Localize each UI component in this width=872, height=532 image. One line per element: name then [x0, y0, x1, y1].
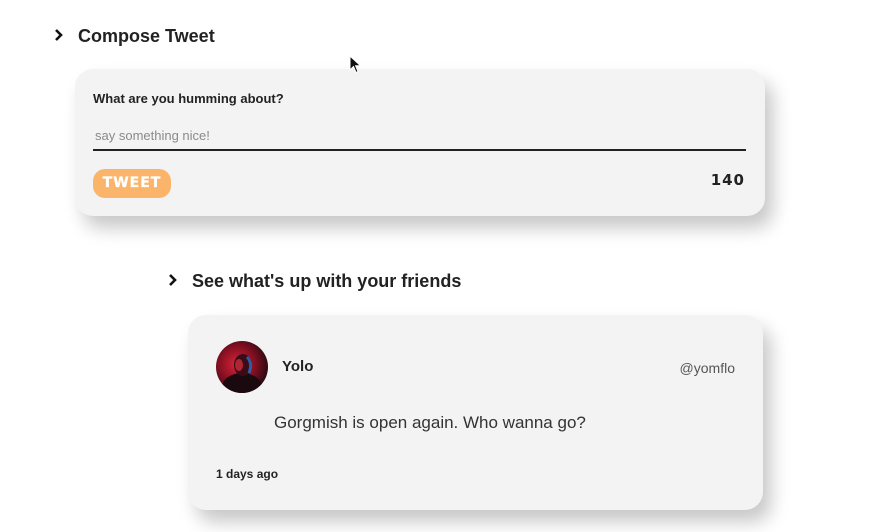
compose-section-title: Compose Tweet [78, 26, 215, 46]
tweet-author-handle: @yomflo [679, 360, 735, 376]
chevron-right-icon [54, 28, 72, 46]
compose-input[interactable] [93, 121, 746, 151]
tweet-text: Gorgmish is open again. Who wanna go? [274, 413, 586, 432]
character-counter: 140 [710, 171, 745, 189]
feed-section-title: See what's up with your friends [192, 271, 462, 291]
mouse-cursor-icon [349, 54, 363, 80]
compose-card: What are you humming about? TWEET 140 [75, 69, 765, 216]
compose-label: What are you humming about? [93, 91, 284, 106]
tweet-author-name: Yolo [282, 358, 314, 375]
tweet-card: Yolo @yomflo Gorgmish is open again. Who… [188, 315, 763, 510]
tweet-timestamp: 1 days ago [216, 467, 279, 481]
feed-section-toggle[interactable]: See what's up with your friends [168, 271, 461, 292]
avatar[interactable] [216, 341, 268, 393]
chevron-right-icon [168, 273, 186, 291]
compose-section-toggle[interactable]: Compose Tweet [54, 26, 215, 47]
tweet-button[interactable]: TWEET [93, 169, 171, 198]
